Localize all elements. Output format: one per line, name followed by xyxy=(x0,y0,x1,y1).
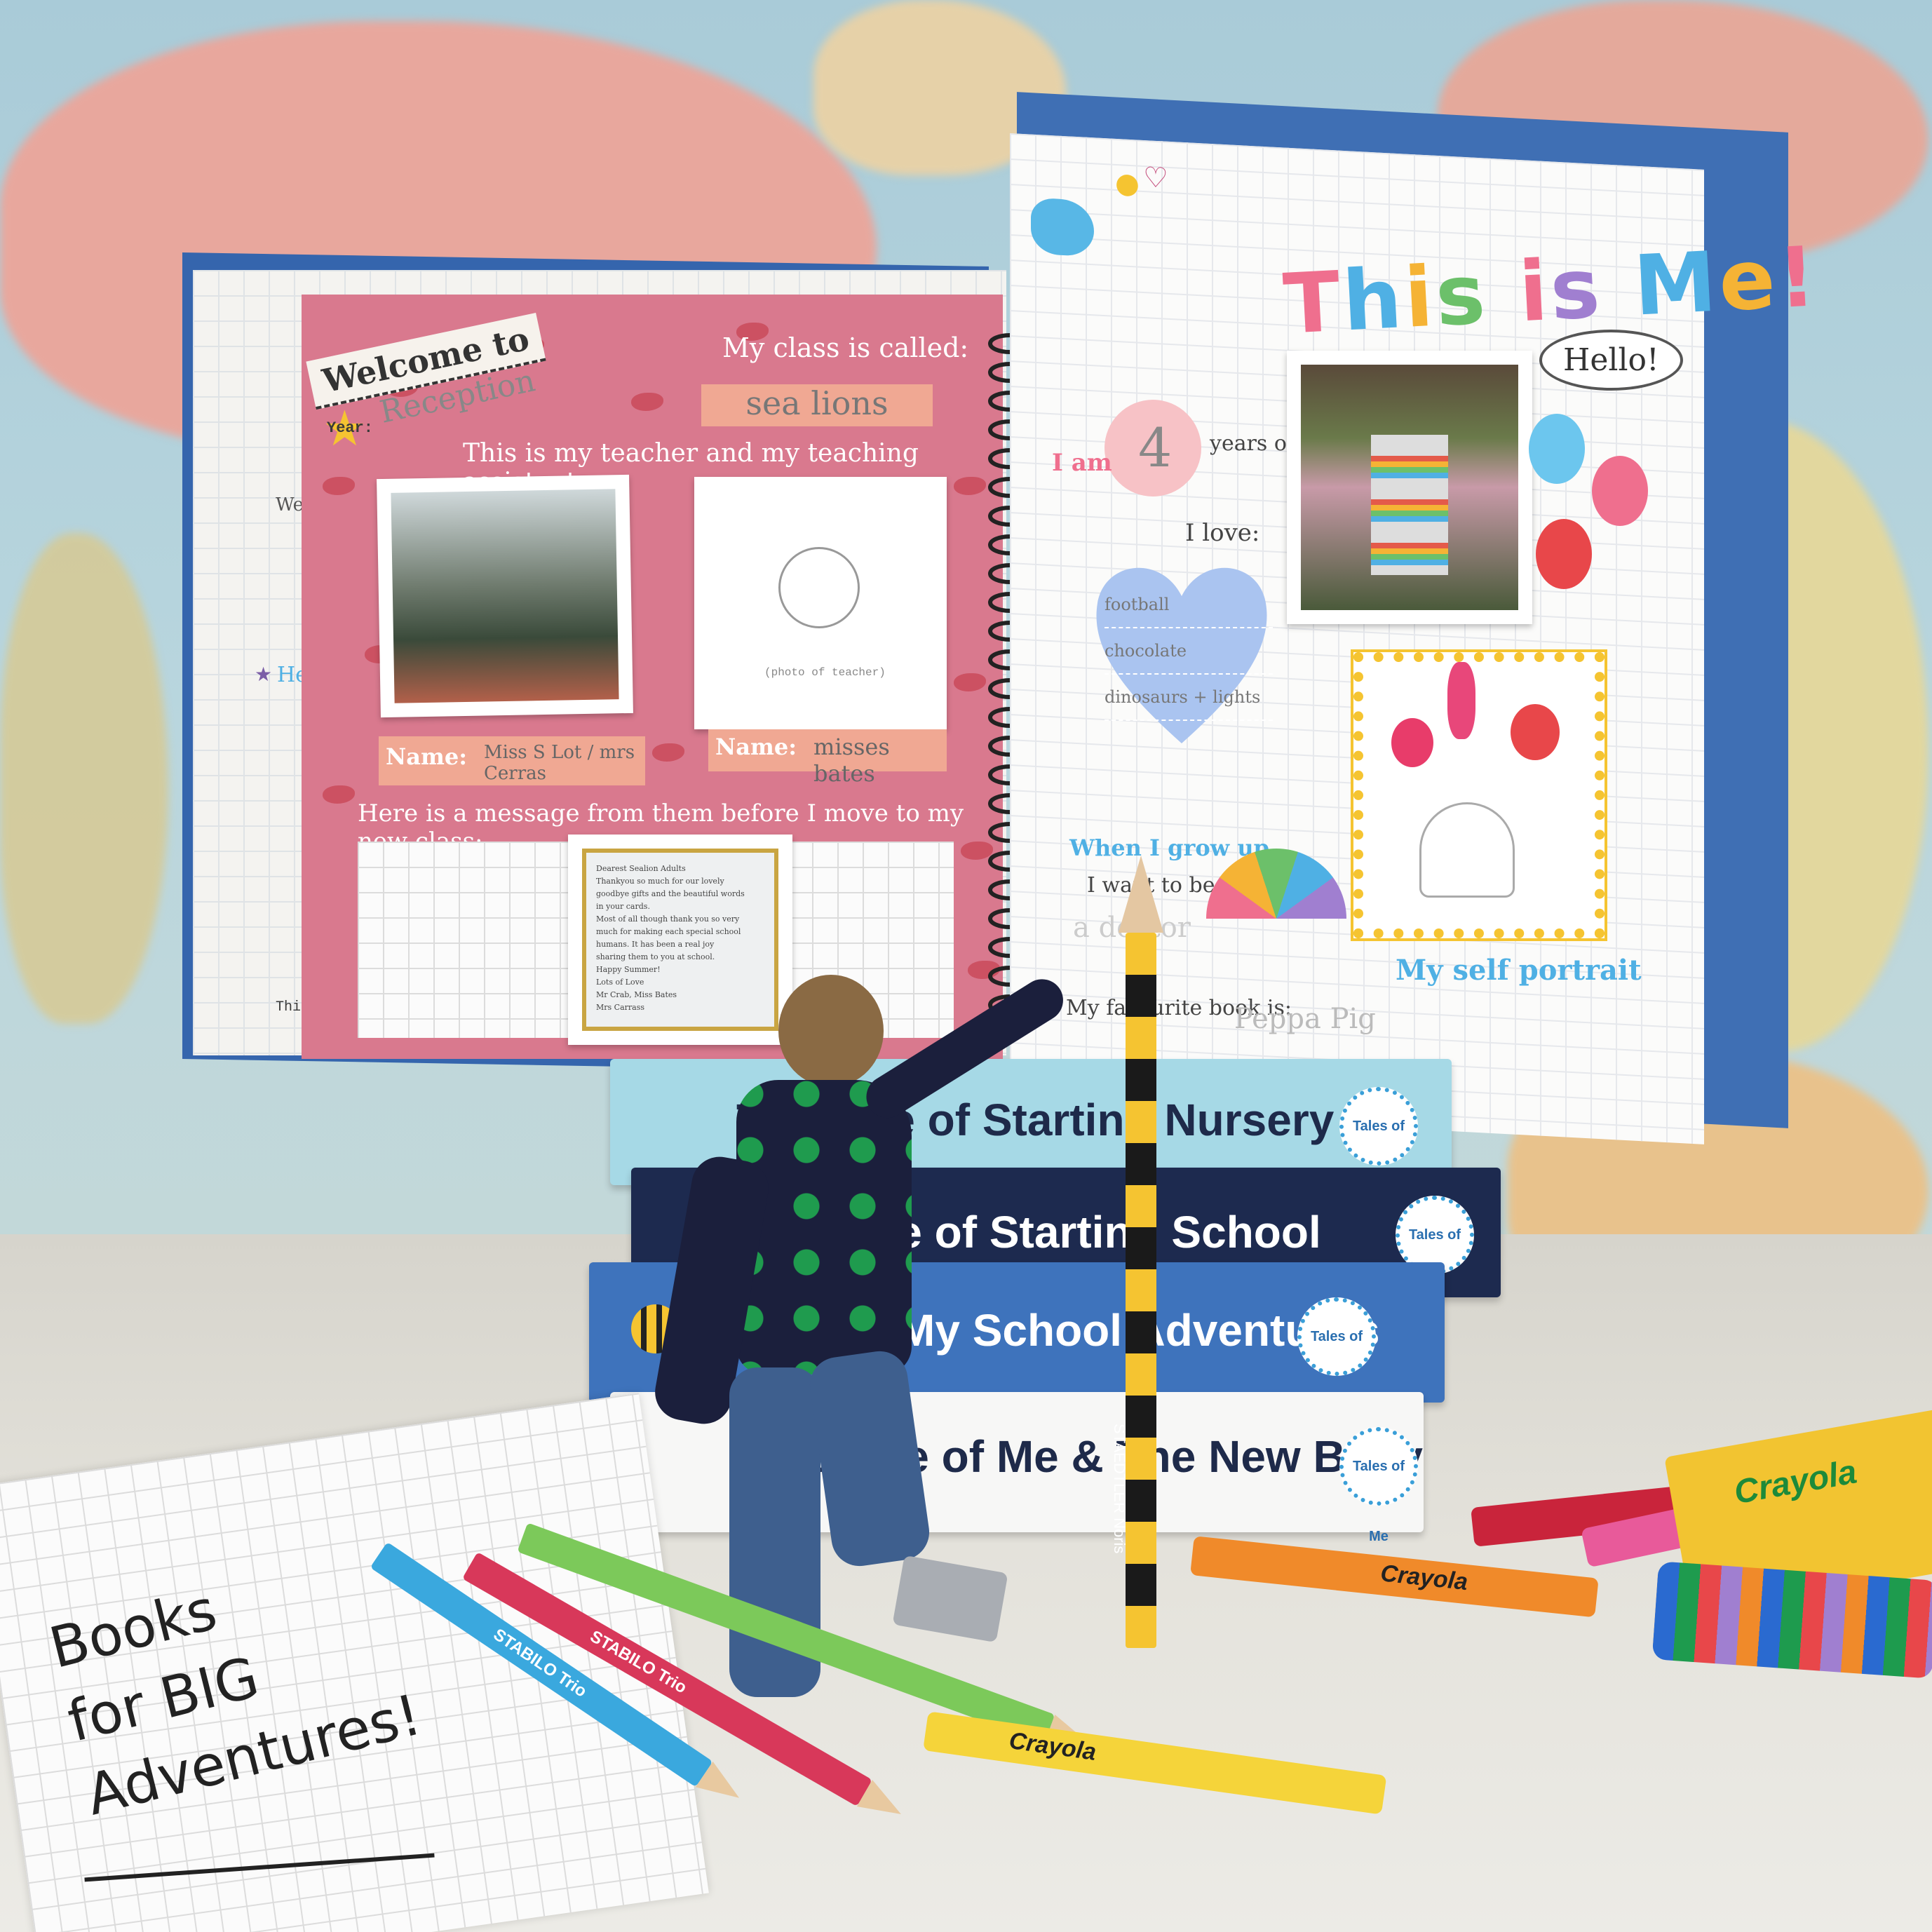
title-letter: T xyxy=(1281,252,1346,353)
portrait-drawing xyxy=(1391,718,1433,767)
title-letter: ! xyxy=(1775,228,1821,327)
pencil-brand: STAEDTLER Noris xyxy=(1111,1424,1128,1554)
self-portrait-label: My self portrait xyxy=(1396,954,1642,987)
name-box-2: Name: misses bates xyxy=(708,729,947,787)
love-line: football xyxy=(1105,582,1273,628)
yellow-crayon-brand: Crayola xyxy=(1007,1727,1098,1766)
balloon-icon xyxy=(1592,456,1648,526)
teacher-drawing-frame: (photo of teacher) xyxy=(694,477,947,729)
self-portrait-frame xyxy=(1353,652,1605,938)
title-letter xyxy=(1485,243,1522,342)
balloon-icon xyxy=(1529,414,1585,484)
title-letter: s xyxy=(1433,245,1490,345)
note-line: Most of all though thank you so very xyxy=(596,914,740,924)
tales-of-me-logo: Tales of Me xyxy=(1339,1087,1418,1204)
left-pink-panel: Welcome to Reception ★ Year: My class is… xyxy=(302,295,1003,1059)
rainbow-jumper xyxy=(1371,435,1448,575)
class-handwriting: sea lions xyxy=(701,384,933,426)
child-photo xyxy=(1287,351,1532,624)
tales-of-me-logo: Tales of Me xyxy=(1339,1427,1418,1544)
heart-box: football chocolate dinosaurs + lights xyxy=(1090,547,1273,750)
year-label: Year: xyxy=(327,419,374,437)
orange-crayon-brand: Crayola xyxy=(1379,1560,1469,1596)
balloon-icon xyxy=(1536,519,1592,589)
note-line: in your cards. xyxy=(596,902,650,911)
smiley-drawing xyxy=(778,547,860,628)
love-line: chocolate xyxy=(1105,628,1273,675)
heart-icon: ♡ xyxy=(1143,161,1168,195)
title-letter: h xyxy=(1340,250,1407,350)
note-line: much for making each special school xyxy=(596,927,741,936)
love-handwriting: football chocolate dinosaurs + lights xyxy=(1105,582,1273,721)
giant-pencil: STAEDTLER Noris xyxy=(1111,856,1163,1648)
title-letter: M xyxy=(1631,233,1722,335)
class-label: My class is called: xyxy=(722,332,969,363)
child-jumper xyxy=(736,1080,912,1374)
teacher-photo xyxy=(377,474,633,718)
age-circle: 4 xyxy=(1105,400,1201,496)
note-line: goodbye gifts and the beautiful words xyxy=(596,889,745,898)
child-head xyxy=(778,975,884,1087)
loose-crayons xyxy=(1651,1561,1932,1679)
photo-caption: (photo of teacher) xyxy=(764,666,886,679)
favourite-book-handwriting: Peppa Pig xyxy=(1234,1003,1376,1035)
note-line: Dearest Sealion Adults xyxy=(596,864,686,873)
note-line: humans. It has been a real joy xyxy=(596,940,715,949)
name-label-2: Name: xyxy=(715,734,797,760)
title-letter: s xyxy=(1548,239,1605,339)
bee-icon: ● xyxy=(1115,166,1140,201)
age-handwriting: 4 xyxy=(1138,417,1173,479)
title-letter xyxy=(1600,238,1636,336)
photo-scene: We' He ★ This book Welcome to Reception … xyxy=(0,0,1932,1932)
hello-bubble: Hello! xyxy=(1539,330,1683,391)
name-handwriting-1: Miss S Lot / mrs Cerras xyxy=(484,742,635,784)
i-am-label: I am xyxy=(1052,449,1112,477)
name-box-1: Name: Miss S Lot / mrs Cerras xyxy=(379,736,645,785)
note-line: sharing them to you at school. xyxy=(596,952,715,961)
title-letter: i xyxy=(1516,242,1553,341)
star-icon: ★ xyxy=(255,663,273,686)
title-letter: i xyxy=(1402,248,1438,346)
child-leg xyxy=(806,1347,933,1570)
title-letter: e xyxy=(1716,230,1781,330)
pencil-tip xyxy=(1119,856,1163,933)
name-label-1: Name: xyxy=(386,743,468,770)
note-line: Thankyou so much for our lovely xyxy=(596,877,724,886)
love-line: dinosaurs + lights xyxy=(1105,675,1273,721)
name-handwriting-2: misses bates xyxy=(813,734,890,787)
crayon-box-brand: Crayola xyxy=(1731,1453,1860,1512)
grow-up-label-1: When I grow up xyxy=(1069,835,1269,861)
i-love-label: I love: xyxy=(1185,519,1260,547)
tales-of-me-logo: Tales of Me xyxy=(1297,1297,1376,1414)
paint-splash-icon xyxy=(1031,197,1094,257)
